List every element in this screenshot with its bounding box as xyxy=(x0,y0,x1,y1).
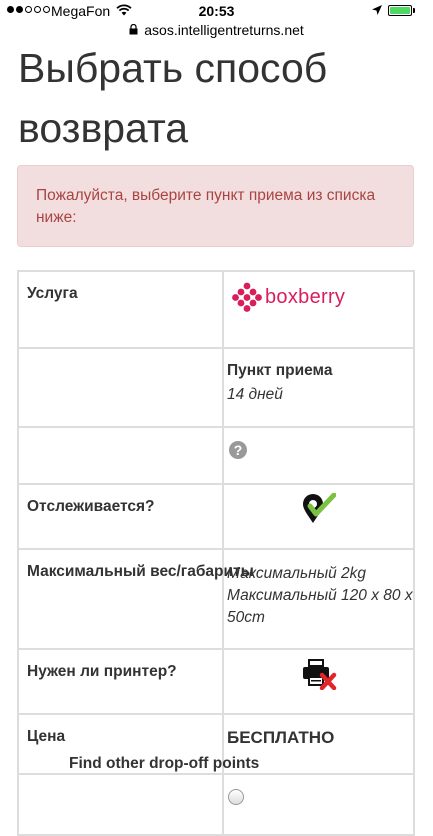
alert-message: Пожалуйста, выберите пункт приема из спи… xyxy=(17,165,414,247)
service-label: Услуга xyxy=(17,270,224,349)
find-other-dropoff-link[interactable]: Find other drop-off points xyxy=(69,755,259,773)
page-title: Выбрать способ возврата xyxy=(18,45,328,151)
table-row-pickup: Пункт приема 14 дней xyxy=(17,347,415,428)
printer-label: Нужен ли принтер? xyxy=(17,648,224,715)
status-bar: MegaFon 20:53 xyxy=(0,0,433,22)
pickup-point-title: Пункт приема xyxy=(227,362,333,379)
max-weight-size-label: Максимальный вес/габариты xyxy=(27,563,254,580)
battery-tip xyxy=(413,8,415,13)
map-pin-check-icon xyxy=(303,492,337,523)
pickup-days: 14 дней xyxy=(227,386,283,403)
table-row-printer: Нужен ли принтер? xyxy=(17,648,415,715)
url-text: asos.intelligentreturns.net xyxy=(144,22,304,38)
return-options-table: Услуга boxberry Пункт приема 14 дней ? О… xyxy=(17,270,415,836)
boxberry-berry-icon xyxy=(232,282,262,312)
lock-icon xyxy=(129,23,141,38)
clock: 20:53 xyxy=(198,3,235,19)
printer-not-required-icon xyxy=(303,659,337,691)
select-option-radio[interactable] xyxy=(228,789,244,805)
table-row-tracked: Отслеживается? xyxy=(17,483,415,550)
location-arrow-icon xyxy=(371,3,383,19)
boxberry-logo-text: boxberry xyxy=(265,285,346,308)
table-row-help: ? xyxy=(17,426,415,485)
table-row-max: Максимальный вес/габариты Максимальный 2… xyxy=(17,548,415,650)
price-value: БЕСПЛАТНО xyxy=(227,728,335,747)
max-weight: Максимальный 2kg xyxy=(227,565,367,582)
table-row-service: Услуга boxberry xyxy=(17,270,415,349)
boxberry-logo: boxberry xyxy=(232,282,413,312)
table-row-select xyxy=(17,773,415,836)
max-dimensions: Максимальный 120 x 80 x 50cm xyxy=(227,587,413,626)
battery-icon xyxy=(388,5,412,16)
question-circle-icon[interactable]: ? xyxy=(229,441,247,459)
tracked-label: Отслеживается? xyxy=(17,483,224,550)
